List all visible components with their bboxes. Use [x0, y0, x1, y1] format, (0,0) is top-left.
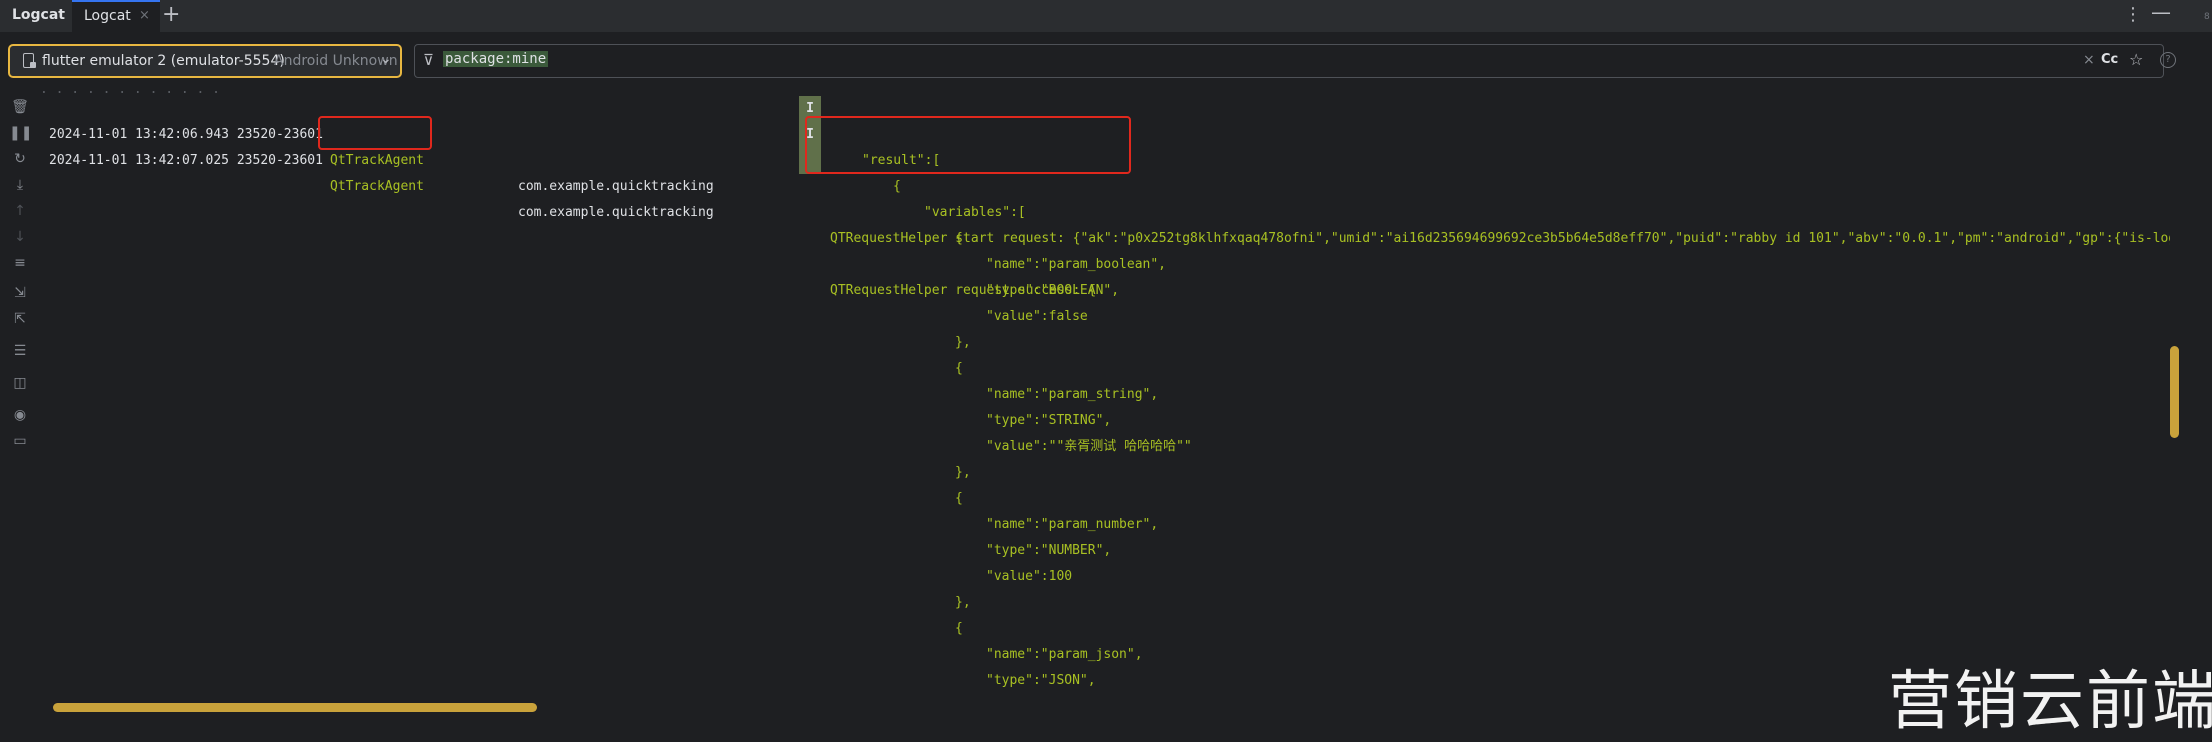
log-continuation-line: "value":""亲胥测试 哈哈哈哈""	[986, 439, 1192, 454]
log-continuation-line: "name":"param_json",	[986, 647, 1143, 662]
arrow-up-icon[interactable]: ↑	[9, 202, 31, 220]
log-continuation-line: {	[955, 491, 963, 506]
add-tab-icon[interactable]: +	[162, 2, 180, 27]
log-continuation-line: "name":"param_number",	[986, 517, 1159, 532]
minimize-icon[interactable]: —	[2151, 0, 2171, 24]
log-continuation-line: "type":"BOOLEAN",	[986, 283, 1120, 298]
log-continuation-line: {	[893, 179, 901, 194]
tab-label: Logcat	[84, 8, 131, 24]
filter-icon[interactable]: ⊽	[423, 51, 434, 69]
log-view[interactable]: . . . . . . . . . . . . 2024-11-01 13:42…	[40, 88, 2170, 698]
device-icon	[23, 53, 36, 68]
log-continuation-line: "variables":[	[924, 205, 1026, 220]
log-continuation-line: {	[955, 621, 963, 636]
screen-record-icon[interactable]: ▭	[9, 432, 31, 450]
split-panels-icon[interactable]: ◫	[9, 374, 31, 392]
log-continuation-line: "value":false	[986, 309, 1088, 324]
watermark: 营销云前端	[1888, 665, 2212, 739]
pause-icon[interactable]: ❚❚	[9, 124, 32, 142]
more-options-icon[interactable]: ⋮	[2124, 4, 2142, 25]
horizontal-scrollbar[interactable]	[53, 703, 537, 712]
log-continuation-line: },	[955, 335, 971, 350]
export-icon[interactable]: ⇱	[9, 310, 31, 328]
arrow-down-icon[interactable]: ↓	[9, 228, 31, 246]
chevron-down-icon: ⌄	[380, 51, 392, 67]
scroll-to-end-icon[interactable]: ⤓	[9, 176, 31, 194]
clear-icon[interactable]: ×	[2083, 52, 2095, 68]
highlight-tag-box	[318, 116, 432, 150]
vertical-scrollbar[interactable]	[2170, 346, 2179, 438]
close-icon[interactable]: ×	[139, 8, 150, 23]
log-continuation-line: "name":"param_string",	[986, 387, 1159, 402]
clipped-line: . . . . . . . . . . . .	[40, 88, 1240, 94]
highlight-message-box	[805, 116, 1131, 174]
tool-window-header: Logcat Logcat × + ⋮ — 8	[0, 0, 2212, 33]
log-continuation-line: "type":"NUMBER",	[986, 543, 1112, 558]
soft-wrap-icon[interactable]: ≡	[9, 254, 31, 272]
favorite-star-icon[interactable]: ☆	[2129, 50, 2143, 69]
match-case-button[interactable]: Cc	[2101, 52, 2118, 67]
help-icon[interactable]: ?	[2160, 52, 2176, 68]
device-name: flutter emulator 2 (emulator-5554)	[42, 53, 285, 69]
restart-icon[interactable]: ↻	[9, 150, 31, 168]
trash-icon[interactable]: 🗑	[9, 98, 31, 116]
import-icon[interactable]: ⇲	[9, 284, 31, 302]
filter-query[interactable]: package:mine	[443, 51, 549, 67]
log-continuation-line: "type":"JSON",	[986, 673, 1096, 688]
log-continuation-line: },	[955, 465, 971, 480]
logcat-toolbar: 🗑 ❚❚ ↻ ⤓ ↑ ↓ ≡ ⇲ ⇱ ☰ ◫ ◉ ▭	[0, 88, 40, 722]
filter-bar: flutter emulator 2 (emulator-5554) Andro…	[0, 33, 2212, 85]
log-continuation-line: {	[955, 231, 963, 246]
log-continuation-line: {	[955, 361, 963, 376]
camera-icon[interactable]: ◉	[9, 406, 31, 424]
device-selector[interactable]: flutter emulator 2 (emulator-5554) Andro…	[8, 44, 402, 78]
tool-window-title: Logcat	[12, 7, 65, 23]
log-continuation-line: },	[955, 595, 971, 610]
filter-input[interactable]: ⊽ package:mine × Cc ☆	[414, 44, 2164, 78]
edge-label: 8	[2204, 12, 2210, 22]
tab-logcat[interactable]: Logcat ×	[72, 0, 160, 32]
log-continuation-line: "type":"STRING",	[986, 413, 1112, 428]
settings-icon[interactable]: ☰	[9, 342, 31, 360]
log-continuation-line: "name":"param_boolean",	[986, 257, 1167, 272]
log-continuation-line: "value":100	[986, 569, 1073, 584]
